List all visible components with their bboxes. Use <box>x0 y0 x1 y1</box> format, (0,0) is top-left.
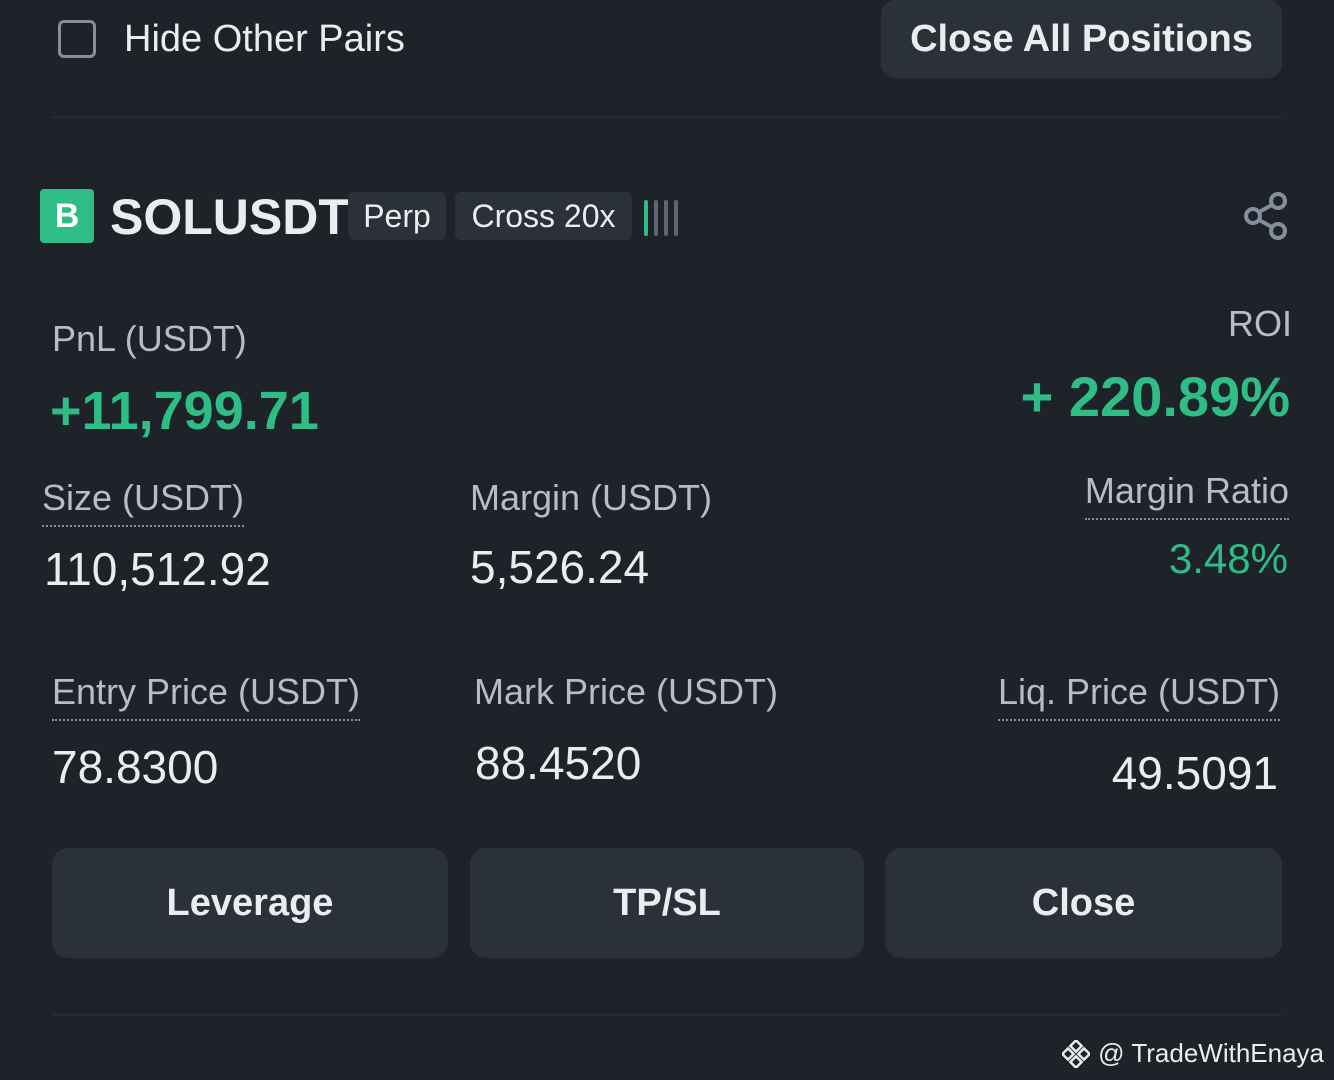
risk-level-bars-icon <box>644 196 684 236</box>
margin-value: 5,526.24 <box>470 541 650 593</box>
hide-other-pairs-checkbox[interactable] <box>58 20 96 58</box>
mark-price-label: Mark Price (USDT) <box>474 671 778 712</box>
share-icon[interactable] <box>1240 190 1292 242</box>
contract-type-tag: Perp <box>348 192 446 240</box>
pnl-label: PnL (USDT) <box>52 318 247 359</box>
size-value: 110,512.92 <box>44 543 271 595</box>
entry-price-label[interactable]: Entry Price (USDT) <box>52 671 361 721</box>
tpsl-button[interactable]: TP/SL <box>470 848 864 958</box>
margin-ratio-value: 3.48% <box>1168 535 1288 582</box>
margin-label: Margin (USDT) <box>470 477 713 518</box>
margin-ratio-label[interactable]: Margin Ratio <box>1084 470 1289 520</box>
liq-price-value: 49.5091 <box>1111 747 1278 799</box>
leverage-button[interactable]: Leverage <box>52 848 448 958</box>
mark-price-value: 88.4520 <box>475 737 642 789</box>
pnl-value: +11,799.71 <box>50 381 319 441</box>
watermark: @ TradeWithEnaya <box>1062 1038 1324 1069</box>
divider <box>52 1014 1282 1016</box>
hide-other-pairs-label[interactable]: Hide Other Pairs <box>124 18 405 61</box>
symbol-name[interactable]: SOLUSDT <box>110 188 349 246</box>
liq-price-label[interactable]: Liq. Price (USDT) <box>997 671 1280 721</box>
binance-logo-icon <box>1062 1039 1091 1068</box>
watermark-text: @ TradeWithEnaya <box>1098 1038 1324 1068</box>
divider <box>52 116 1282 118</box>
roi-label: ROI <box>1227 303 1292 344</box>
roi-value: + 220.89% <box>1020 365 1290 428</box>
size-label[interactable]: Size (USDT) <box>42 477 245 527</box>
side-badge: B <box>40 189 94 243</box>
close-all-positions-button[interactable]: Close All Positions <box>881 0 1282 78</box>
close-position-button[interactable]: Close <box>885 848 1282 958</box>
entry-price-value: 78.8300 <box>52 741 219 793</box>
margin-mode-tag[interactable]: Cross 20x <box>455 192 632 240</box>
